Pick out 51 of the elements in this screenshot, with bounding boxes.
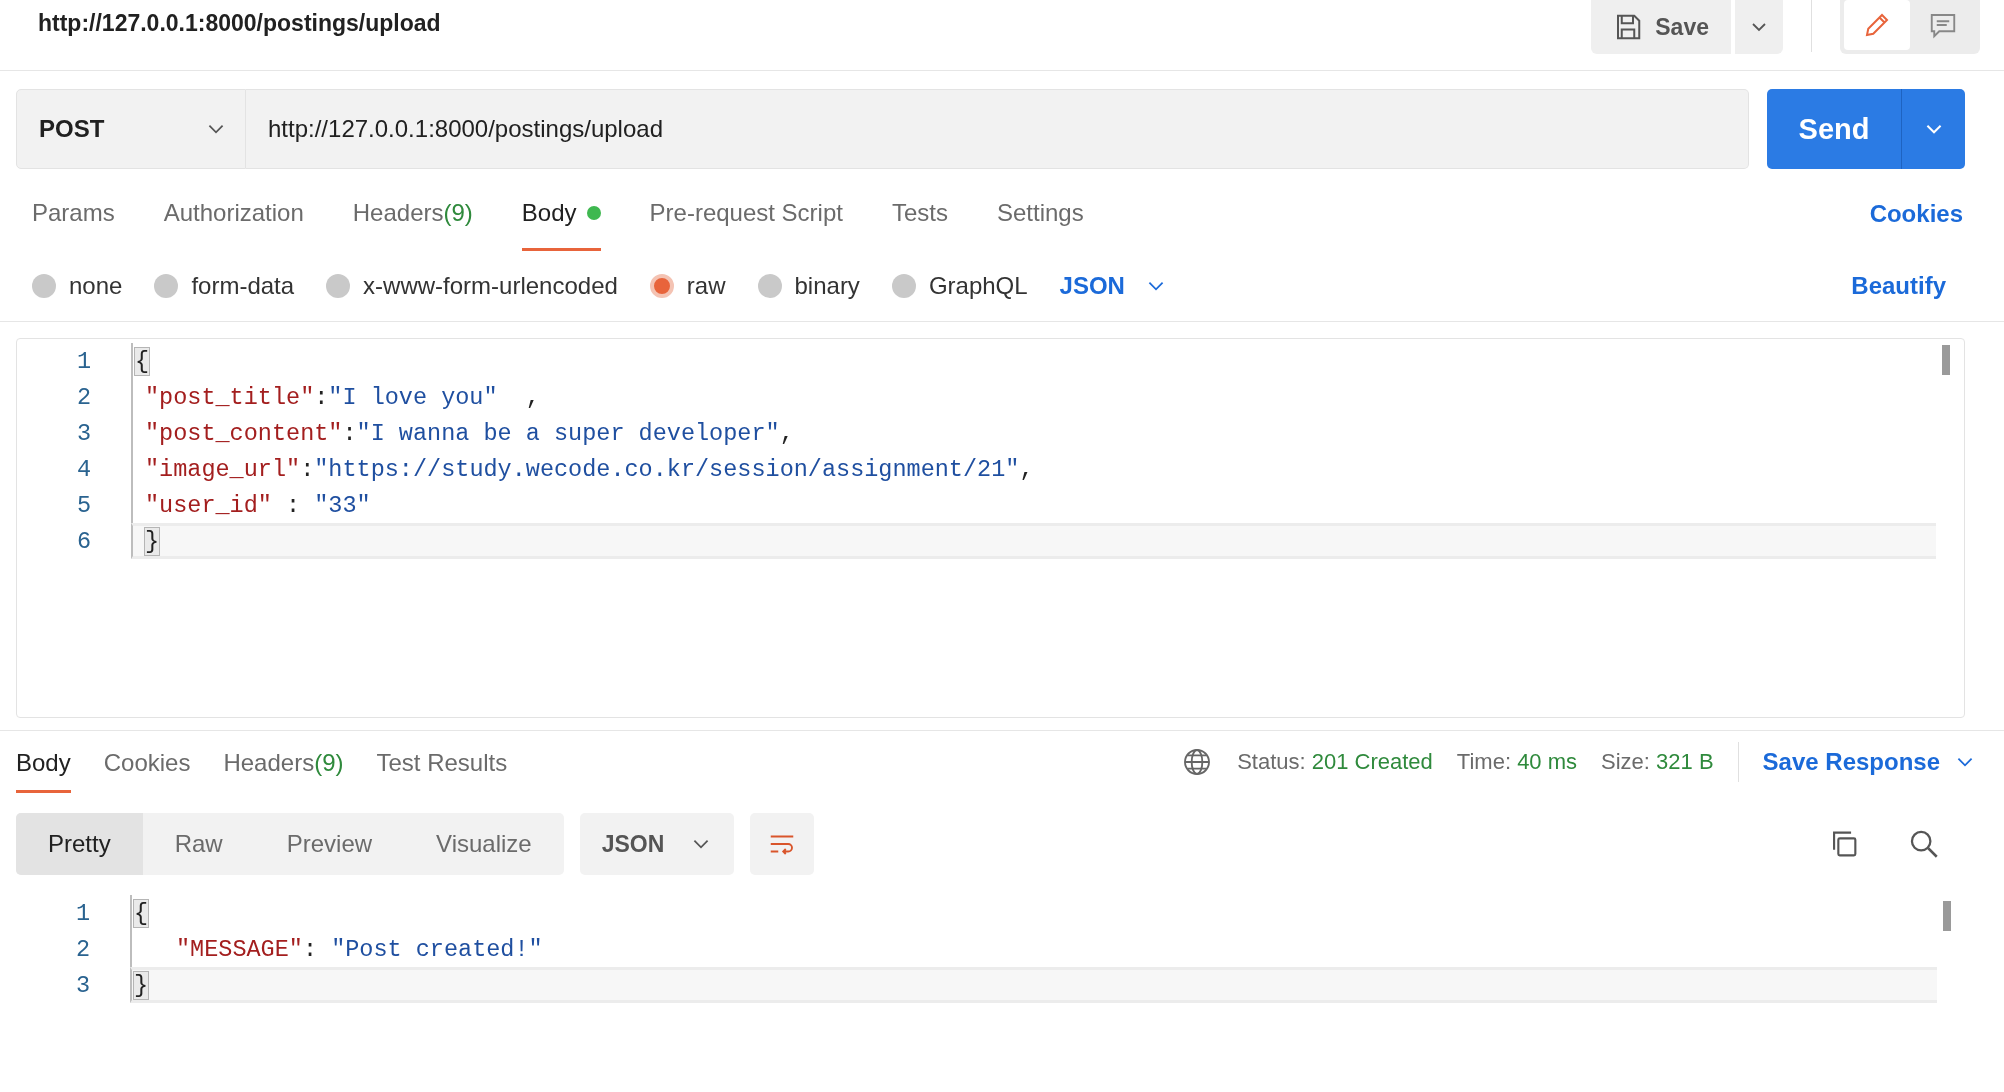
scrollbar-thumb[interactable] — [1943, 901, 1951, 931]
body-type-radio[interactable]: raw — [649, 272, 726, 300]
response-stat: Size: 321 B — [1601, 749, 1714, 775]
view-mode-button[interactable]: Pretty — [16, 813, 143, 875]
request-body-editor[interactable]: 1 { 2 "post_title":"I love you" , 3 "post_content":"I wanna be a super developer", 4 "image_url":"https://study.wecode.co.kr/session/assignment/21", 5 "user_id" : "33" 6 } — [16, 338, 1965, 718]
response-stat: Time: 40 ms — [1456, 749, 1578, 775]
response-tab[interactable]: Body — [16, 731, 71, 793]
url-input[interactable]: http://127.0.0.1:8000/postings/upload — [246, 89, 1749, 169]
response-tab[interactable]: Test Results — [376, 731, 508, 793]
line-number: 4 — [75, 455, 92, 483]
cookies-link[interactable]: Cookies — [1869, 200, 1965, 228]
line-number: 6 — [75, 527, 92, 555]
request-tab[interactable]: Headers(9) — [352, 177, 473, 251]
response-format-dropdown[interactable]: JSON — [579, 813, 735, 875]
wrap-lines-button[interactable] — [750, 813, 815, 875]
code-line: "image_url":"https://study.wecode.co.kr/session/assignment/21", — [131, 451, 1964, 487]
edit-mode-button[interactable] — [1844, 0, 1910, 50]
method-dropdown[interactable]: POST — [16, 89, 246, 169]
view-mode-button[interactable]: Raw — [142, 813, 255, 875]
code-line: "post_title":"I love you" , — [131, 379, 1964, 415]
response-stat: Status: 201 Created — [1237, 749, 1433, 775]
view-mode-button[interactable]: Visualize — [404, 813, 564, 875]
save-button[interactable]: Save — [1591, 0, 1731, 54]
save-response-button[interactable]: Save Response — [1762, 748, 1976, 776]
body-type-radio[interactable]: x-www-form-urlencoded — [326, 272, 618, 300]
line-number: 2 — [75, 383, 92, 411]
body-type-radio[interactable]: binary — [757, 272, 860, 300]
line-number: 5 — [75, 491, 92, 519]
request-tab[interactable]: Body — [521, 177, 601, 251]
beautify-link[interactable]: Beautify — [1851, 272, 1948, 300]
format-dropdown[interactable]: JSON — [1059, 272, 1167, 300]
line-number: 1 — [74, 899, 91, 927]
body-type-radio[interactable]: form-data — [154, 272, 295, 300]
line-number: 1 — [75, 347, 92, 375]
line-number: 3 — [75, 419, 92, 447]
scrollbar-thumb[interactable] — [1942, 345, 1950, 375]
body-type-radio[interactable]: GraphQL — [891, 272, 1028, 300]
line-number: 3 — [74, 971, 91, 999]
request-tab[interactable]: Params — [32, 177, 115, 251]
request-tab[interactable]: Settings — [996, 177, 1084, 251]
request-tab[interactable]: Tests — [891, 177, 948, 251]
code-line: "post_content":"I wanna be a super developer", — [131, 415, 1964, 451]
response-tab[interactable]: Cookies — [103, 731, 191, 793]
request-tab[interactable]: Pre-request Script — [649, 177, 843, 251]
line-number: 2 — [74, 935, 91, 963]
send-button[interactable]: Send — [1767, 89, 1901, 169]
request-title: http://127.0.0.1:8000/postings/upload — [38, 9, 441, 38]
body-type-radio[interactable]: none — [32, 272, 123, 300]
request-tab[interactable]: Authorization — [163, 177, 304, 251]
view-mode-button[interactable]: Preview — [254, 813, 405, 875]
response-tab[interactable]: Headers(9) — [223, 731, 344, 793]
